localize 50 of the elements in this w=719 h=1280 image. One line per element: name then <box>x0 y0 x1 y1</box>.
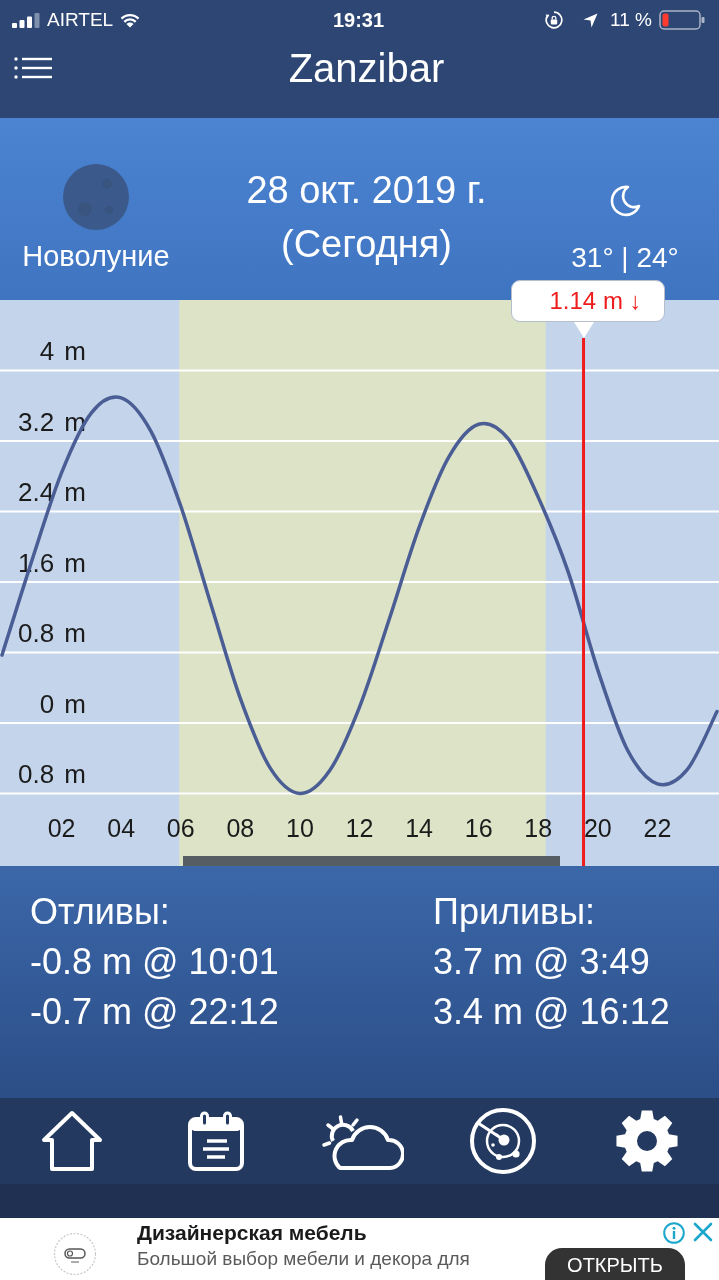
close-icon[interactable] <box>693 1222 713 1242</box>
location-arrow-icon <box>583 12 599 28</box>
tide-heading: Приливы: <box>433 890 597 934</box>
axis-label: 16 <box>464 814 493 842</box>
settings-icon[interactable] <box>615 1109 680 1173</box>
moon-disc-icon <box>63 164 129 230</box>
rotation-lock-icon <box>545 11 564 29</box>
tide-entry: -0.8 m @ 10:01 <box>30 940 280 984</box>
axis-label: 06 <box>166 814 195 842</box>
ref-line-label: 1.14 m ↓ <box>510 280 665 322</box>
axis-label: 0.8 m <box>17 759 86 790</box>
axis-label: 0 m <box>39 689 86 719</box>
signal-icon <box>12 12 40 28</box>
axis-label: 12 <box>345 814 374 842</box>
info-icon[interactable] <box>663 1222 685 1244</box>
axis-label: 02 <box>47 814 76 842</box>
axis-label: 22 <box>643 814 672 842</box>
tide-heading: Отливы: <box>30 890 171 934</box>
radar-icon[interactable] <box>469 1107 538 1175</box>
carrier-name: AIRTEL <box>47 7 114 32</box>
calendar-icon[interactable] <box>186 1111 245 1171</box>
axis-label: 20 <box>583 814 612 842</box>
logo-icon <box>53 1232 97 1276</box>
axis-label: 04 <box>107 814 136 842</box>
today-label: (Сегодня) <box>281 222 452 267</box>
tide-entry: 3.7 m @ 3:49 <box>433 940 651 984</box>
tide-entry: -0.7 m @ 22:12 <box>30 990 280 1034</box>
axis-label: 4 m <box>39 336 86 367</box>
battery-percent: 11 % <box>610 7 652 32</box>
open-button[interactable]: ОТКРЫТЬ <box>545 1248 685 1280</box>
moon-phase-label: Новолуние <box>22 239 170 273</box>
tide-entry: 3.4 m @ 16:12 <box>433 990 671 1034</box>
value-tooltip: 1.14 m ↓ <box>510 280 665 338</box>
battery-icon <box>659 10 705 30</box>
ad-title: Дизайнерская мебель <box>137 1220 368 1246</box>
axis-label: 0.8 m <box>17 618 86 649</box>
axis-label: 14 <box>405 814 433 842</box>
wifi-icon <box>120 12 141 28</box>
axis-label: 2.4 m <box>17 477 86 508</box>
crescent-moon-icon <box>608 184 642 218</box>
axis-label: 08 <box>226 814 255 842</box>
home-icon[interactable] <box>40 1110 103 1172</box>
ad-description: Большой выбор мебели и декора для <box>137 1247 470 1271</box>
temperature-label: 31° | 24° <box>571 241 679 275</box>
axis-label: 18 <box>524 814 553 842</box>
status-time: 19:31 <box>332 8 385 33</box>
location-title: Zanzibar <box>287 48 446 88</box>
axis-label: 10 <box>286 814 314 842</box>
menu-icon[interactable] <box>14 56 52 80</box>
date-label: 28 окт. 2019 г. <box>246 168 487 213</box>
